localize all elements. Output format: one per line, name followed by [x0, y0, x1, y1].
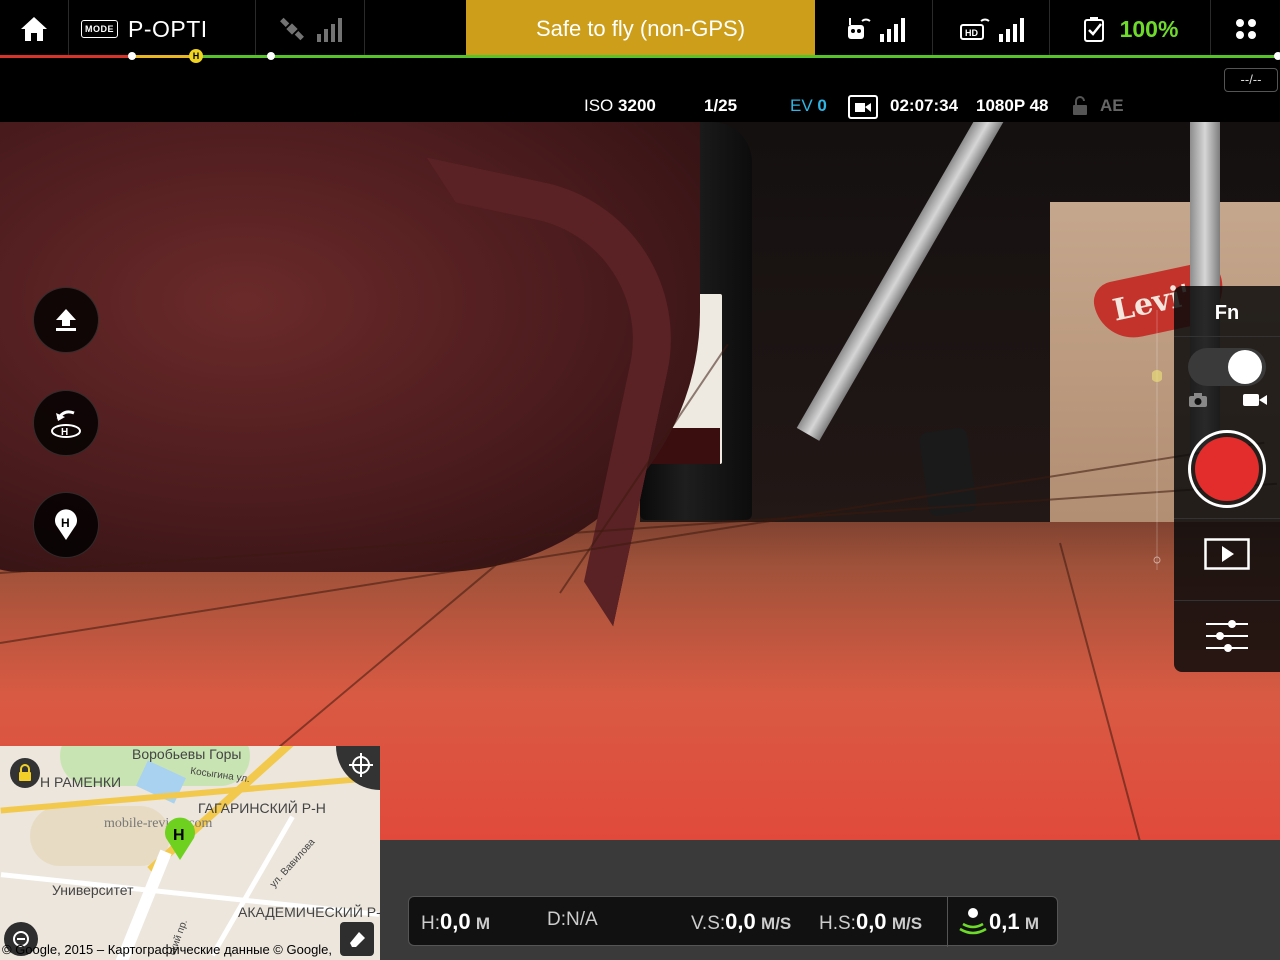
hd-link-signal[interactable]: HD [933, 0, 1049, 58]
floor-plank-line [259, 556, 506, 764]
eraser-icon [350, 932, 365, 947]
battery-percent: 100% [1119, 15, 1179, 42]
menu-grid-icon [1235, 19, 1256, 39]
settings-sliders-icon[interactable] [1206, 618, 1248, 654]
settings-menu-button[interactable] [1211, 0, 1280, 58]
ev-readout: EV 0 [790, 96, 827, 115]
map-label: АКАДЕМИЧЕСКИЙ Р-Н [238, 904, 380, 920]
map-clear-button[interactable] [340, 922, 374, 956]
gps-status[interactable] [256, 0, 364, 58]
camera-control-panel: Fn [1174, 286, 1280, 672]
divider [364, 0, 365, 56]
return-home-button[interactable]: H [33, 390, 99, 456]
svg-text:H: H [61, 516, 70, 530]
map-copyright: © Google, 2015 – Картографические данные… [2, 942, 333, 957]
telemetry-panel: H:0,0 M D:N/A V.S:0,0 M/S H.S:0,0 M/S 0,… [408, 896, 1058, 947]
svg-text:HD: HD [965, 28, 978, 38]
playback-icon[interactable] [1204, 538, 1250, 570]
hd-link-icon: HD [959, 18, 990, 40]
signal-bars-icon [998, 16, 1024, 42]
map-area [30, 806, 170, 866]
lock-icon [1073, 96, 1087, 115]
svg-text:H: H [173, 827, 185, 844]
flight-status-text: Safe to fly (non-GPS) [535, 16, 746, 41]
remote-controller-icon [847, 18, 871, 39]
top-status-bar: MODE P-OPTI Safe to fly (non-GPS) HD 100… [0, 0, 1280, 63]
video-resolution: 1080P 48 [976, 96, 1049, 115]
battery-status[interactable]: 100% [1050, 0, 1210, 58]
fn-button[interactable]: Fn [1174, 302, 1280, 325]
signal-bars-icon [316, 16, 342, 42]
distance-indicator: --/-- [1224, 68, 1278, 92]
satellite-icon [279, 17, 304, 41]
map-label: Воробьевы Горы [132, 746, 242, 762]
home-button[interactable] [0, 0, 68, 58]
battery-icon [1083, 17, 1104, 42]
altitude-track: H [0, 49, 1280, 63]
gimbal-slider[interactable] [1152, 310, 1162, 570]
floor-plank-line [1059, 542, 1144, 840]
takeoff-button[interactable] [33, 287, 99, 353]
divider [1174, 336, 1280, 337]
return-home-icon: H [51, 410, 81, 438]
video-camera-icon [1243, 394, 1267, 406]
map-label: Университет [52, 882, 134, 898]
record-time: 02:07:34 [890, 96, 959, 115]
rc-signal[interactable] [816, 0, 932, 58]
photo-video-toggle[interactable] [1188, 348, 1266, 386]
record-button[interactable] [1188, 430, 1266, 508]
map-lock-button[interactable] [10, 758, 40, 788]
telemetry-distance: D:N/A [547, 909, 598, 930]
camera-info-bar[interactable]: ISO 3200 1/25 EV 0 02:07:34 1080P 48 AE [0, 92, 1280, 122]
map-label: Н РАМЕНКИ [40, 774, 122, 790]
video-camera-icon [848, 95, 878, 119]
telemetry-height: H:0,0 M [421, 909, 491, 934]
map-label: ГАГАРИНСКИЙ Р-Н [198, 800, 326, 816]
home-point-icon: H [55, 509, 77, 540]
home-point-button[interactable]: H [33, 492, 99, 558]
record-indicator [1195, 437, 1259, 501]
divider [1174, 518, 1280, 519]
telemetry-vps-height: 0,1 M [989, 909, 1040, 934]
flight-mode-label: P-OPTI [128, 15, 208, 42]
divider [1174, 600, 1280, 601]
flight-status-banner[interactable]: Safe to fly (non-GPS) [466, 0, 815, 58]
home-icon [21, 17, 47, 41]
signal-bars-icon [879, 16, 905, 42]
photo-camera-icon [1189, 393, 1207, 407]
camera-live-view[interactable]: Levi's [0, 122, 1280, 840]
ae-lock: AE [1100, 96, 1124, 115]
mini-map[interactable]: Воробьевы Горы Н РАМЕНКИ Косыгина ул. ГА… [0, 746, 380, 960]
locate-icon [349, 753, 373, 777]
toggle-knob [1228, 350, 1262, 384]
telemetry-vertical-speed: V.S:0,0 M/S [691, 909, 792, 934]
vision-sensor-icon [959, 908, 987, 935]
svg-text:H: H [61, 427, 68, 438]
shutter-readout: 1/25 [704, 96, 738, 115]
home-pin-icon: H [165, 817, 195, 860]
mode-icon: MODE [81, 20, 118, 38]
iso-readout: ISO 3200 [584, 96, 656, 115]
telemetry-horizontal-speed: H.S:0,0 M/S [819, 909, 923, 934]
takeoff-icon [56, 309, 76, 331]
home-marker: H [189, 49, 203, 63]
divider [947, 897, 948, 947]
flight-mode[interactable]: MODE P-OPTI [69, 0, 254, 58]
map-lock-icon [19, 764, 31, 781]
map-road [210, 815, 295, 957]
